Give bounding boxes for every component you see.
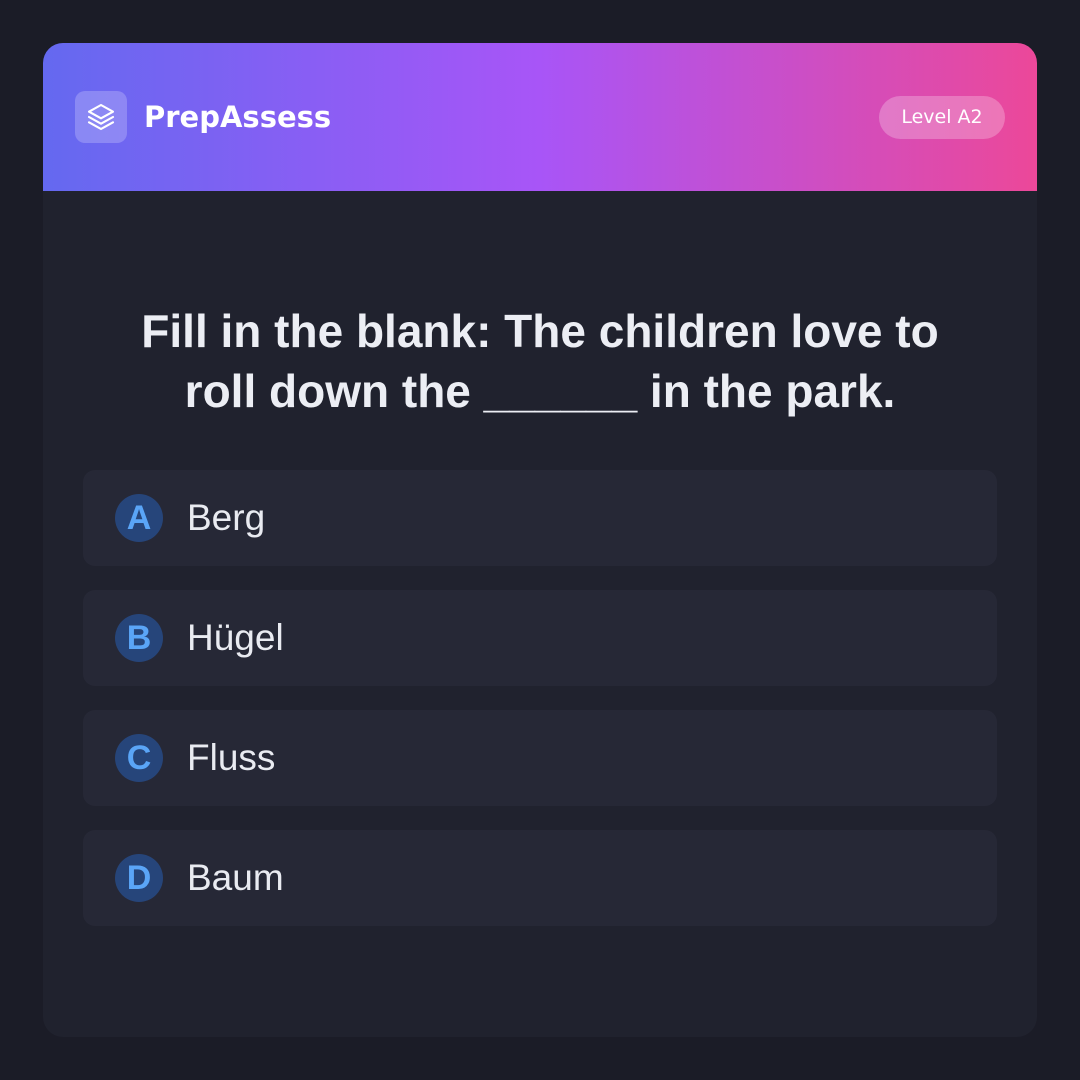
logo xyxy=(75,91,127,143)
stacked-layers-icon xyxy=(85,101,117,133)
option-label: Berg xyxy=(187,497,266,538)
answer-option-c[interactable]: C Fluss xyxy=(83,710,997,806)
option-letter-badge: D xyxy=(115,854,163,902)
option-label: Hügel xyxy=(187,617,284,658)
level-badge: Level A2 xyxy=(879,96,1005,139)
answer-option-d[interactable]: D Baum xyxy=(83,830,997,926)
answer-option-b[interactable]: B Hügel xyxy=(83,590,997,686)
header-bar: PrepAssess Level A2 xyxy=(43,43,1037,191)
question-text: Fill in the blank: The children love to … xyxy=(141,305,939,417)
quiz-card: PrepAssess Level A2 Fill in the blank: T… xyxy=(43,43,1037,1037)
option-letter-badge: A xyxy=(115,494,163,542)
option-label: Fluss xyxy=(187,737,276,778)
option-letter-badge: C xyxy=(115,734,163,782)
answer-option-a[interactable]: A Berg xyxy=(83,470,997,566)
brand-name: PrepAssess xyxy=(144,100,332,134)
option-letter-badge: B xyxy=(115,614,163,662)
option-label: Baum xyxy=(187,857,284,898)
